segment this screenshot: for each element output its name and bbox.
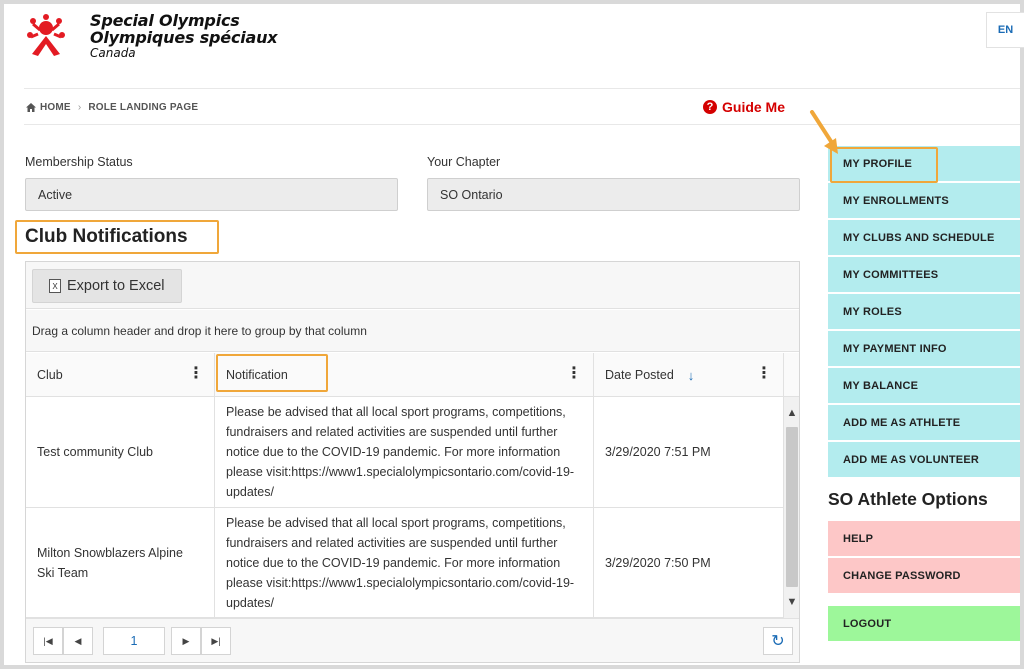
excel-icon: X (49, 279, 61, 293)
last-page-icon[interactable]: ▶| (201, 627, 231, 655)
logo-subtitle: Canada (90, 46, 136, 60)
annotation-arrow-icon (810, 110, 838, 154)
sidebar-item-change-password[interactable]: CHANGE PASSWORD (828, 558, 1020, 594)
sidebar-item-my-clubs-and-schedule[interactable]: MY CLUBS AND SCHEDULE (828, 220, 1020, 256)
so-athlete-options-title: SO Athlete Options (828, 489, 988, 509)
grid-toolbar: X Export to Excel (26, 262, 799, 309)
guide-me-label: Guide Me (722, 99, 786, 115)
table-row[interactable]: Test community Club Please be advised th… (26, 397, 783, 508)
export-label: Export to Excel (67, 278, 165, 294)
language-toggle[interactable]: EN (986, 12, 1024, 48)
sidebar-item-my-balance[interactable]: MY BALANCE (828, 368, 1020, 404)
question-circle-icon: ? (703, 100, 717, 114)
table-row[interactable]: Milton Snowblazers Alpine Ski Team Pleas… (26, 508, 783, 618)
scroll-thumb[interactable] (786, 427, 798, 587)
scroll-up-icon[interactable]: ▲ (784, 405, 799, 421)
sidebar-item-my-roles[interactable]: MY ROLES (828, 294, 1020, 330)
home-icon[interactable] (26, 103, 36, 112)
column-menu-icon[interactable]: ⋮ (566, 366, 582, 382)
notifications-grid: X Export to Excel Drag a column header a… (25, 261, 800, 663)
cell-date: 3/29/2020 7:51 PM (605, 445, 711, 459)
first-page-icon[interactable]: |◀ (33, 627, 63, 655)
sidebar-item-add-me-as-volunteer[interactable]: ADD ME AS VOLUNTEER (828, 442, 1020, 478)
sidebar-item-help[interactable]: HELP (828, 521, 1020, 557)
grid-body: Test community Club Please be advised th… (26, 397, 799, 618)
cell-club: Milton Snowblazers Alpine Ski Team (26, 508, 215, 617)
column-header-label: Date Posted (605, 368, 674, 382)
cell-date: 3/29/2020 7:50 PM (605, 555, 711, 570)
your-chapter-field: SO Ontario (427, 178, 800, 211)
sidebar-item-add-me-as-athlete[interactable]: ADD ME AS ATHLETE (828, 405, 1020, 441)
divider (24, 88, 1020, 89)
breadcrumb: HOME › ROLE LANDING PAGE (26, 102, 198, 113)
sidebar-item-my-enrollments[interactable]: MY ENROLLMENTS (828, 183, 1020, 219)
column-menu-icon[interactable]: ⋮ (756, 366, 772, 382)
membership-status-field: Active (25, 178, 398, 211)
column-menu-icon[interactable]: ⋮ (188, 366, 204, 382)
cell-notification: Please be advised that all local sport p… (215, 508, 594, 617)
sidebar-item-my-payment-info[interactable]: MY PAYMENT INFO (828, 331, 1020, 367)
sidebar-item-logout[interactable]: LOGOUT (828, 606, 1020, 642)
guide-me-link[interactable]: ? Guide Me (703, 99, 785, 115)
previous-page-icon[interactable]: ◀ (63, 627, 93, 655)
grid-scrollbar[interactable]: ▲ ▼ (783, 397, 799, 618)
club-notifications-title: Club Notifications (15, 220, 219, 254)
your-chapter-label: Your Chapter (427, 155, 501, 169)
grid-header-row: Club ⋮ Notification ⋮ Date Posted ↓ ⋮ (26, 353, 799, 397)
breadcrumb-home[interactable]: HOME (40, 102, 71, 113)
logo[interactable]: Special Olympics Olympiques spéciaux Can… (24, 10, 278, 60)
page-number-input[interactable]: 1 (103, 627, 165, 655)
column-header-club[interactable]: Club (26, 353, 215, 397)
notification-column-highlight (216, 354, 328, 392)
logo-title-fr: Olympiques spéciaux (90, 28, 278, 47)
group-drop-area[interactable]: Drag a column header and drop it here to… (26, 310, 799, 352)
membership-status-label: Membership Status (25, 155, 133, 169)
export-to-excel-button[interactable]: X Export to Excel (32, 269, 182, 303)
sidebar-item-my-committees[interactable]: MY COMMITTEES (828, 257, 1020, 293)
breadcrumb-separator-icon: › (77, 102, 82, 113)
my-profile-highlight (830, 147, 938, 183)
next-page-icon[interactable]: ▶ (171, 627, 201, 655)
cell-club: Test community Club (26, 397, 215, 507)
sort-descending-icon: ↓ (687, 367, 695, 383)
cell-notification: Please be advised that all local sport p… (215, 397, 594, 507)
grid-pager: |◀ ◀ 1 ▶ ▶| ↻ (26, 618, 799, 662)
divider (24, 124, 1020, 125)
scroll-down-icon[interactable]: ▼ (784, 594, 799, 610)
breadcrumb-current: ROLE LANDING PAGE (88, 102, 199, 113)
refresh-icon[interactable]: ↻ (763, 627, 793, 655)
column-header-label: Club (37, 368, 63, 382)
logo-title-en: Special Olympics (90, 11, 240, 30)
special-olympics-logo-icon (27, 14, 65, 56)
